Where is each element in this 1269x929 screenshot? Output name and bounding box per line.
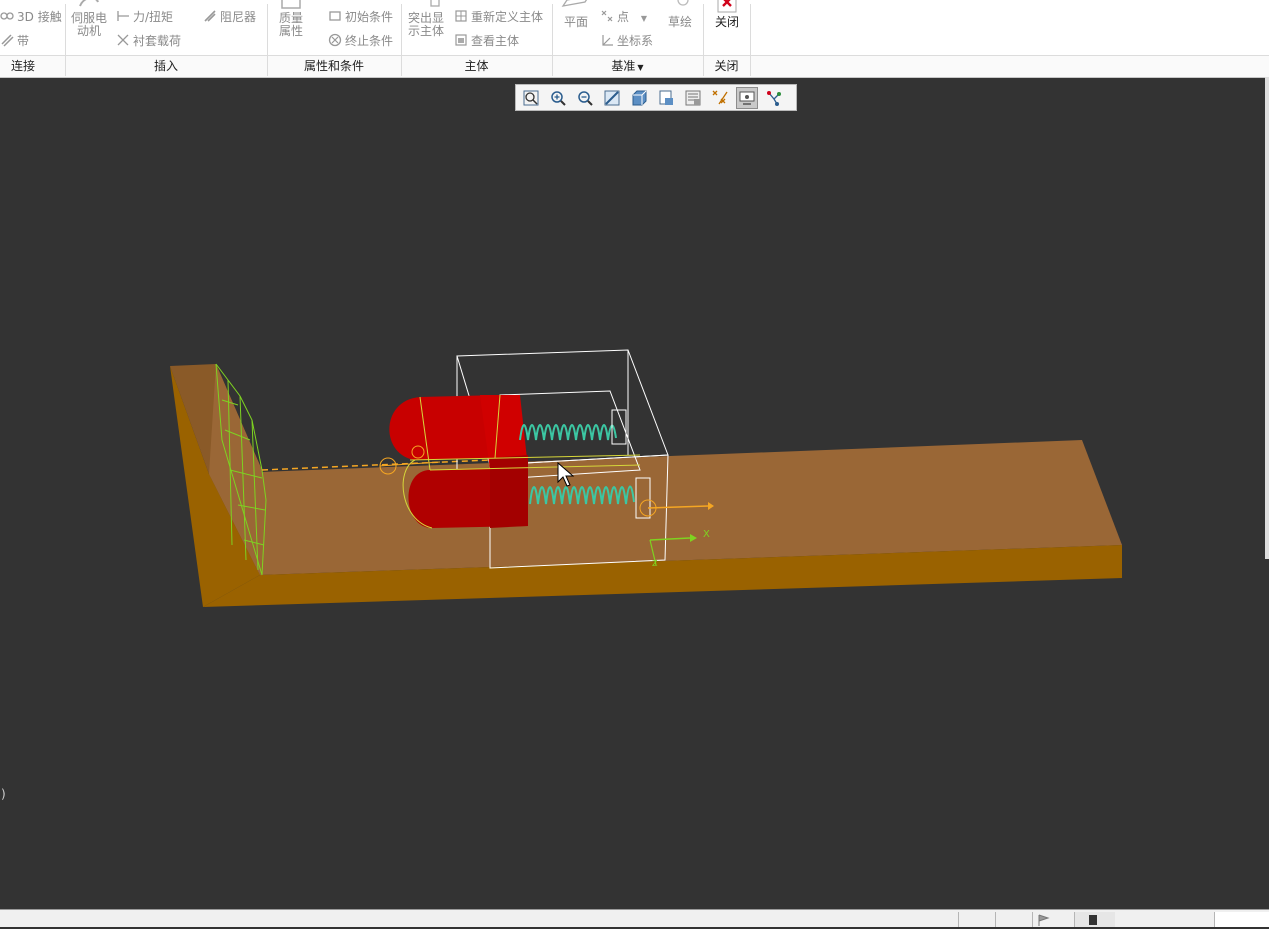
saved-views-button[interactable] — [655, 87, 677, 109]
plane-label: 平面 — [563, 15, 588, 29]
group-label-connect: 连接 — [10, 59, 35, 73]
point-button[interactable]: 点 ▼ — [600, 9, 647, 26]
group-separator — [401, 55, 402, 76]
redefine-bodies-button[interactable]: 重新定义主体 — [454, 9, 543, 24]
initial-conditions-label: 初始条件 — [345, 10, 394, 24]
force-torque-icon — [116, 9, 130, 23]
view-bodies-label: 查看主体 — [471, 34, 520, 48]
plane-button[interactable]: 平面 — [558, 0, 594, 29]
group-label-datum[interactable]: 基准 ▼ — [552, 57, 703, 75]
ribbon: 3D 接触 带 伺服电动机 力/扭矩 阻尼器 衬套载荷 质量属性 初始条件 终止… — [0, 0, 1269, 78]
plane-icon — [558, 0, 594, 16]
datum-display-icon — [712, 90, 728, 104]
close-icon — [707, 0, 747, 16]
group-label-properties: 属性和条件 — [303, 59, 364, 73]
termination-conditions-label: 终止条件 — [345, 34, 394, 48]
termination-conditions-button[interactable]: 终止条件 — [328, 33, 393, 48]
datum-display-button[interactable] — [709, 87, 731, 109]
belt-icon — [0, 33, 14, 47]
contact-3d-label: 3D 接触 — [17, 10, 62, 24]
bushing-load-icon — [116, 33, 130, 47]
connections-button[interactable] — [763, 87, 785, 109]
termination-conditions-icon — [328, 33, 342, 47]
sketch-icon — [662, 0, 698, 16]
zoom-out-icon — [578, 90, 593, 106]
slider-block[interactable] — [389, 395, 528, 528]
zoom-out-button[interactable] — [574, 87, 596, 109]
display-style-icon — [632, 90, 647, 105]
status-flag-icon[interactable] — [1032, 912, 1073, 927]
close-button[interactable]: 关闭 — [707, 0, 747, 29]
sketch-label: 草绘 — [667, 15, 692, 29]
repaint-icon — [604, 90, 620, 105]
vertical-scrollbar[interactable] — [1265, 77, 1269, 559]
group-label-body: 主体 — [464, 59, 489, 73]
axis-label-x: X — [703, 529, 710, 540]
highlight-bodies-label: 突出显示主体 — [407, 11, 444, 38]
refit-icon — [523, 90, 539, 105]
csys-icon — [600, 33, 614, 47]
saved-views-icon — [659, 90, 673, 105]
initial-conditions-icon — [328, 9, 342, 23]
group-label-insert: 插入 — [153, 59, 178, 73]
status-grid-icon[interactable] — [1074, 912, 1115, 927]
connections-icon — [767, 90, 781, 106]
belt-label: 带 — [17, 34, 30, 48]
belt-button[interactable]: 带 — [0, 33, 29, 48]
bushing-load-button[interactable]: 衬套载荷 — [116, 33, 181, 48]
view-manager-icon — [685, 90, 701, 105]
force-torque-button[interactable]: 力/扭矩 — [116, 9, 173, 24]
highlight-bodies-button[interactable]: 突出显示主体 — [405, 0, 447, 38]
damper-button[interactable]: 阻尼器 — [203, 9, 256, 24]
status-filter-field[interactable] — [1214, 912, 1269, 927]
chevron-down-icon[interactable]: ▼ — [641, 14, 647, 23]
group-label-datum-text: 基准 — [611, 59, 636, 73]
group-separator — [703, 55, 704, 76]
point-icon — [600, 9, 614, 23]
graphics-toolbar — [515, 84, 797, 111]
csys-button[interactable]: 坐标系 — [600, 33, 653, 48]
servo-motor-button[interactable]: 伺服电动机 — [69, 0, 109, 38]
repaint-button[interactable] — [601, 87, 623, 109]
sketch-button[interactable]: 草绘 — [662, 0, 698, 29]
group-separator — [750, 55, 751, 76]
mechanism-display-icon — [739, 91, 755, 105]
status-segment — [995, 912, 1032, 927]
damper-icon — [203, 9, 217, 23]
zoom-in-button[interactable] — [547, 87, 569, 109]
redefine-bodies-label: 重新定义主体 — [471, 10, 544, 24]
group-separator — [267, 55, 268, 76]
point-label: 点 — [617, 10, 630, 24]
contact-3d-button[interactable]: 3D 接触 — [0, 9, 62, 24]
refit-button[interactable] — [520, 87, 542, 109]
mass-properties-label: 质量属性 — [278, 11, 303, 38]
force-torque-label: 力/扭矩 — [133, 10, 174, 24]
initial-conditions-button[interactable]: 初始条件 — [328, 9, 393, 24]
mass-properties-button[interactable]: 质量属性 — [272, 0, 310, 38]
view-bodies-icon — [454, 33, 468, 47]
group-separator — [552, 55, 553, 76]
status-bar — [0, 909, 1269, 927]
spring-upper[interactable] — [519, 424, 617, 441]
display-style-button[interactable] — [628, 87, 650, 109]
mechanism-display-button[interactable] — [736, 86, 758, 109]
chevron-down-icon: ▼ — [637, 63, 644, 72]
group-label-close: 关闭 — [714, 59, 739, 73]
axis-label-z: Z — [652, 559, 658, 568]
view-manager-button[interactable] — [682, 87, 704, 109]
group-separator — [65, 55, 66, 76]
close-label: 关闭 — [714, 15, 739, 29]
graphics-window[interactable]: X Z — [0, 77, 1269, 909]
model-canvas[interactable]: X Z — [0, 77, 1269, 909]
left-panel-fragment: ) — [1, 787, 6, 801]
bushing-load-label: 衬套载荷 — [133, 34, 182, 48]
redefine-bodies-icon — [454, 9, 468, 23]
status-segment — [958, 912, 995, 927]
view-bodies-button[interactable]: 查看主体 — [454, 33, 519, 48]
zoom-in-icon — [551, 90, 566, 106]
damper-label: 阻尼器 — [220, 10, 257, 24]
contact-3d-icon — [0, 9, 14, 23]
csys-label: 坐标系 — [617, 34, 654, 48]
servo-motor-label: 伺服电动机 — [70, 11, 107, 38]
